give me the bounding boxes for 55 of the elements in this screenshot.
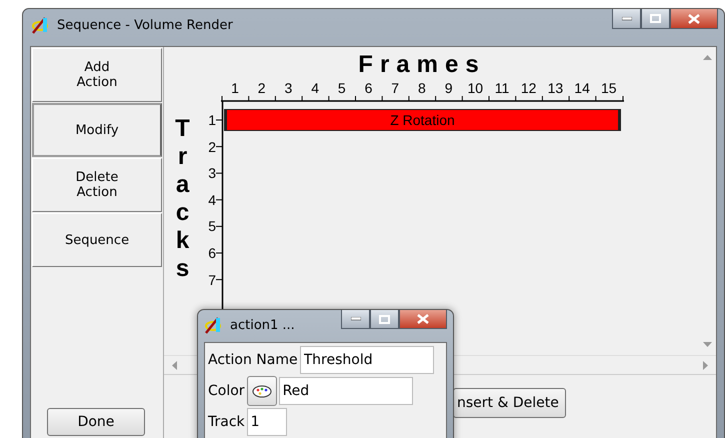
field-label: Action Name [208, 352, 298, 368]
track-number: 4 [207, 192, 216, 208]
window-title: Sequence - Volume Render [57, 18, 233, 32]
frame-number: 2 [256, 80, 267, 96]
frame-number: 14 [573, 80, 591, 96]
frame-number: 4 [310, 80, 320, 96]
maximize-icon [379, 314, 390, 324]
frame-number: 7 [390, 80, 400, 96]
text-field[interactable]: Red [278, 377, 413, 405]
close-icon [417, 314, 429, 324]
insert-delete-button[interactable]: nsert & Delete [453, 388, 566, 418]
track-number: 7 [207, 272, 216, 288]
frame-number: 15 [600, 80, 618, 96]
maximize-icon [650, 14, 661, 23]
maximize-button[interactable] [370, 310, 399, 329]
frames-title: Frames [357, 51, 487, 79]
app-icon [31, 15, 51, 35]
tracks-title: Tracks [174, 115, 191, 283]
sidebar-button[interactable]: Add Action [32, 48, 162, 102]
frame-number: 13 [546, 80, 564, 96]
minimize-button[interactable] [612, 9, 641, 29]
track-number: 5 [207, 218, 216, 234]
color-picker-button[interactable] [246, 376, 277, 406]
minimize-icon [622, 16, 632, 20]
palette-icon [252, 384, 272, 398]
text-field[interactable]: Threshold [300, 346, 434, 374]
close-button[interactable] [670, 9, 718, 29]
track-number: 1 [207, 112, 216, 128]
field-label: Color [208, 383, 245, 399]
sidebar-button[interactable]: Modify [32, 103, 162, 157]
frame-number: 3 [283, 80, 294, 96]
frame-number: 1 [230, 80, 240, 96]
action-bar[interactable]: Z Rotation [224, 109, 621, 131]
frame-number: 11 [494, 80, 510, 96]
dialog-title: action1 ... [230, 318, 295, 332]
track-number: 3 [207, 165, 216, 182]
frame-number: 9 [444, 80, 454, 96]
field-label: Track [208, 414, 245, 430]
frame-number: 6 [364, 80, 374, 96]
minimize-icon [350, 317, 360, 321]
text-field[interactable]: 1 [246, 408, 287, 436]
minimize-button[interactable] [341, 310, 370, 329]
sidebar-button[interactable]: Sequence [32, 213, 162, 267]
maximize-button[interactable] [641, 9, 670, 29]
frame-number: 10 [466, 80, 484, 96]
frame-number: 12 [520, 80, 538, 96]
frame-number: 5 [336, 80, 347, 96]
sidebar-button[interactable]: Delete Action [32, 158, 162, 212]
frame-number: 8 [416, 80, 427, 96]
track-number: 6 [207, 245, 216, 261]
app-icon [204, 315, 224, 335]
done-button[interactable]: Done [47, 408, 145, 436]
track-number: 2 [207, 138, 216, 155]
close-button[interactable] [399, 310, 447, 329]
close-icon [688, 14, 700, 24]
